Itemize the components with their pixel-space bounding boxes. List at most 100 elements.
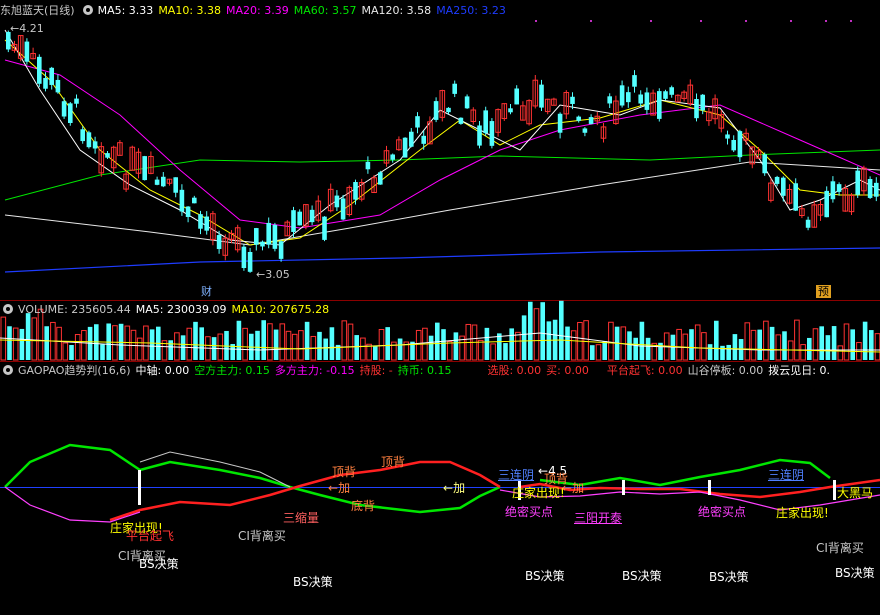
price-candle-down xyxy=(793,183,798,211)
ma5-readout: MA5: 3.33 xyxy=(97,4,154,17)
volume-bar-down xyxy=(497,333,502,360)
volume-bar-down xyxy=(453,332,459,360)
ma120-readout: MA120: 3.58 xyxy=(361,4,432,17)
volume-bar-down xyxy=(317,331,322,360)
stock-title[interactable]: 东旭蓝天(日线) xyxy=(0,4,75,17)
signal-jia-1: ←加 xyxy=(328,481,351,495)
price-candle-down xyxy=(49,67,54,85)
volume-ma5-line xyxy=(0,332,880,351)
signal-cibeili-2: CI背离买 xyxy=(238,529,286,543)
price-candle-down xyxy=(582,128,588,133)
price-candle-down xyxy=(421,135,426,144)
top-marker-dot xyxy=(650,20,652,22)
volume-bar-down xyxy=(509,328,514,360)
ma250-line xyxy=(4,247,880,273)
volume-bar-up xyxy=(446,341,453,361)
volume-bar-up xyxy=(31,317,38,361)
price-candle-down xyxy=(619,85,625,106)
price-candle-down xyxy=(266,222,271,245)
price-candle-down xyxy=(161,176,166,187)
bs-signal-bar xyxy=(833,480,836,500)
volume-settings-gear-icon[interactable] xyxy=(3,304,13,314)
volume-bar-up xyxy=(298,330,304,361)
volume-bar-up xyxy=(874,333,880,361)
volume-bar-up xyxy=(515,331,521,361)
xuangu-readout: 选股: 0.00 xyxy=(487,364,542,377)
price-candle-down xyxy=(365,161,371,170)
volume-bar-down xyxy=(428,335,434,360)
finance-badge[interactable]: 财 xyxy=(199,285,214,298)
indicator-name: GAOPAO趋势判(16,6) xyxy=(18,364,131,377)
price-candle-down xyxy=(446,107,451,113)
top-marker-dot xyxy=(535,20,537,22)
price-candle-down xyxy=(489,121,495,146)
price-candle-down xyxy=(638,94,643,104)
volume-bar-down xyxy=(831,326,837,360)
volume-bar-down xyxy=(397,338,403,360)
signal-bsjuece-4: BS决策 xyxy=(622,569,662,583)
volume-bar-up xyxy=(676,328,682,361)
price-candle-down xyxy=(874,182,879,197)
volume-bar-up xyxy=(794,319,800,361)
signal-zhuangjia-2: 庄家出现! xyxy=(512,486,565,500)
volume-bar-down xyxy=(100,344,105,360)
price-candle-down xyxy=(731,140,736,151)
volume-bar-down xyxy=(714,320,719,360)
top-marker-dot xyxy=(790,20,792,22)
volume-bar-down xyxy=(193,321,198,360)
volume-bar-down xyxy=(720,345,725,360)
price-candle-down xyxy=(452,83,457,94)
top-marker-dot xyxy=(825,20,827,22)
ma250-readout: MA250: 3.23 xyxy=(436,4,506,17)
price-candle-down xyxy=(80,129,85,142)
volume-bar-down xyxy=(825,335,831,360)
price-candle-down xyxy=(762,154,767,174)
price-candle-down xyxy=(24,41,30,62)
volume-bar-up xyxy=(570,330,577,361)
price-candle-down xyxy=(867,178,873,198)
volume-bar-down xyxy=(732,334,738,360)
signal-dingbei-2: 顶背 xyxy=(381,455,406,469)
volume-bar-up xyxy=(279,323,286,361)
volume-bar-down xyxy=(862,321,868,360)
volume-bar-down xyxy=(385,327,390,360)
volume-bar-up xyxy=(62,342,69,361)
price-candle-down xyxy=(309,209,315,223)
volume-bar-up xyxy=(56,326,62,361)
price-candle-down xyxy=(390,154,395,160)
price-candle-down xyxy=(464,96,470,109)
volume-bar-up xyxy=(843,323,850,361)
stock-chart-window[interactable]: { "main_header": { "title": "东旭蓝天(日线)", … xyxy=(0,0,880,615)
volume-bar-up xyxy=(360,337,366,361)
volume-ma5-readout: MA5: 230039.09 xyxy=(135,303,227,316)
bs-signal-bar xyxy=(708,480,711,495)
signal-bsjuece-6: BS决策 xyxy=(835,566,875,580)
volume-ma10-readout: MA10: 207675.28 xyxy=(231,303,330,316)
price-candle-down xyxy=(43,77,48,89)
indicator-settings-gear-icon[interactable] xyxy=(3,365,13,375)
price-candle-down xyxy=(55,79,61,93)
volume-bar-down xyxy=(590,345,595,360)
settings-gear-icon[interactable] xyxy=(82,5,93,15)
signal-dibei: 底背 xyxy=(351,499,376,513)
price-candle-down xyxy=(254,228,259,245)
volume-bar-down xyxy=(726,344,731,360)
volume-bar-up xyxy=(415,329,422,361)
signal-daheima: 大黑马 xyxy=(837,486,874,500)
volume-bar-up xyxy=(775,334,782,361)
price-candle-down xyxy=(241,246,247,269)
price-candle-down xyxy=(626,92,631,103)
forecast-badge[interactable]: 预 xyxy=(816,285,831,298)
volume-bar-up xyxy=(744,322,751,361)
volume-readout: VOLUME: 235605.44 xyxy=(18,303,131,316)
price-candle-down xyxy=(142,156,147,181)
ma120-line xyxy=(4,161,880,246)
price-candle-down xyxy=(179,189,185,212)
volume-bar-up xyxy=(291,333,298,361)
volume-bar-down xyxy=(199,327,204,360)
volume-bar-up xyxy=(694,324,701,361)
volume-bar-up xyxy=(608,321,614,361)
signal-sanyangkaitai: 三阳开泰 xyxy=(574,511,623,525)
volume-bar-down xyxy=(850,329,855,360)
volume-bar-up xyxy=(583,320,589,361)
